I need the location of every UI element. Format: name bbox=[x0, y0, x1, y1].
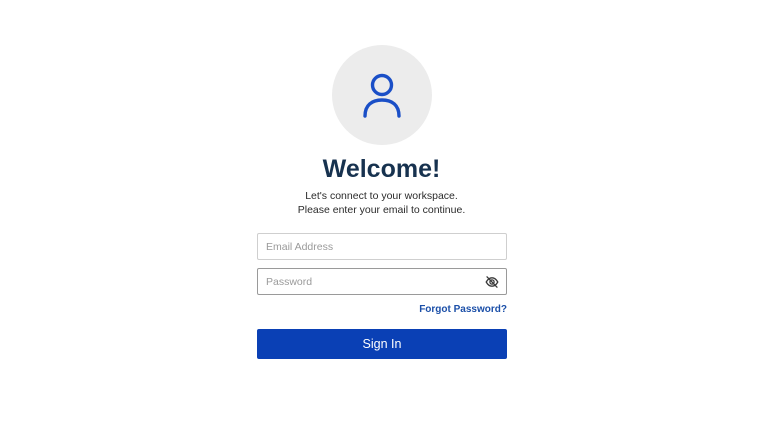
password-field-container bbox=[257, 268, 507, 295]
page-title: Welcome! bbox=[322, 155, 441, 183]
email-field-container bbox=[257, 233, 507, 260]
sign-in-button[interactable]: Sign In bbox=[257, 329, 507, 359]
page-subtitle: Let's connect to your workspace. Please … bbox=[0, 189, 763, 217]
user-icon bbox=[360, 71, 404, 119]
login-page: Welcome! Let's connect to your workspace… bbox=[0, 0, 763, 429]
forgot-password-link[interactable]: Forgot Password? bbox=[419, 304, 507, 315]
eye-slash-icon[interactable] bbox=[485, 275, 499, 289]
email-field[interactable] bbox=[258, 234, 506, 259]
subtitle-line-2: Please enter your email to continue. bbox=[297, 204, 466, 216]
avatar bbox=[332, 45, 432, 145]
subtitle-line-1: Let's connect to your workspace. bbox=[305, 190, 458, 202]
password-field[interactable] bbox=[258, 269, 506, 294]
